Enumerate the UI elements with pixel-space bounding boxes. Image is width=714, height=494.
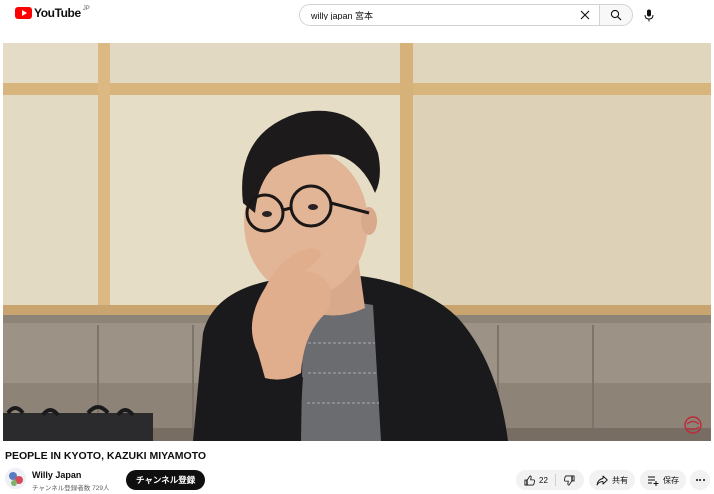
like-button[interactable]: 22 — [516, 470, 548, 490]
avatar-image — [5, 468, 26, 489]
masthead: YouTube JP — [0, 0, 714, 32]
channel-avatar[interactable] — [5, 468, 26, 489]
voice-search-button[interactable] — [641, 7, 657, 23]
search-box — [299, 4, 599, 26]
search-input[interactable] — [311, 10, 561, 20]
microphone-icon — [644, 9, 654, 21]
clear-search-icon[interactable] — [579, 9, 591, 21]
youtube-play-icon — [15, 7, 32, 19]
thumbs-up-icon — [524, 475, 535, 485]
video-title: PEOPLE IN KYOTO, KAZUKI MIYAMOTO — [5, 450, 207, 462]
video-player[interactable] — [3, 43, 711, 441]
more-actions-button[interactable] — [690, 470, 710, 490]
channel-name[interactable]: Willy Japan — [32, 470, 81, 480]
subscribe-button[interactable]: チャンネル登録 — [126, 470, 206, 490]
logo-text: YouTube — [34, 6, 81, 20]
save-button[interactable]: 保存 — [640, 470, 686, 490]
search-icon — [610, 9, 622, 21]
dislike-button[interactable] — [556, 470, 584, 490]
more-dot-icon — [695, 479, 698, 481]
channel-watermark-icon — [684, 416, 702, 434]
youtube-logo[interactable]: YouTube JP — [15, 6, 90, 20]
share-icon — [596, 475, 608, 485]
more-dot-icon — [702, 479, 705, 481]
thumbs-down-icon — [564, 475, 575, 485]
share-label: 共有 — [612, 475, 628, 485]
search-button[interactable] — [599, 4, 633, 26]
share-button[interactable]: 共有 — [589, 470, 635, 490]
search-bar — [299, 4, 633, 26]
video-frame — [3, 43, 711, 441]
save-playlist-icon — [648, 476, 659, 486]
more-dot-icon — [699, 479, 701, 481]
like-count: 22 — [539, 475, 548, 485]
subscriber-count: チャンネル登録者数 729人 — [32, 485, 110, 492]
like-dislike-group: 22 — [516, 470, 584, 490]
logo-region: JP — [82, 6, 90, 12]
save-label: 保存 — [663, 475, 679, 485]
